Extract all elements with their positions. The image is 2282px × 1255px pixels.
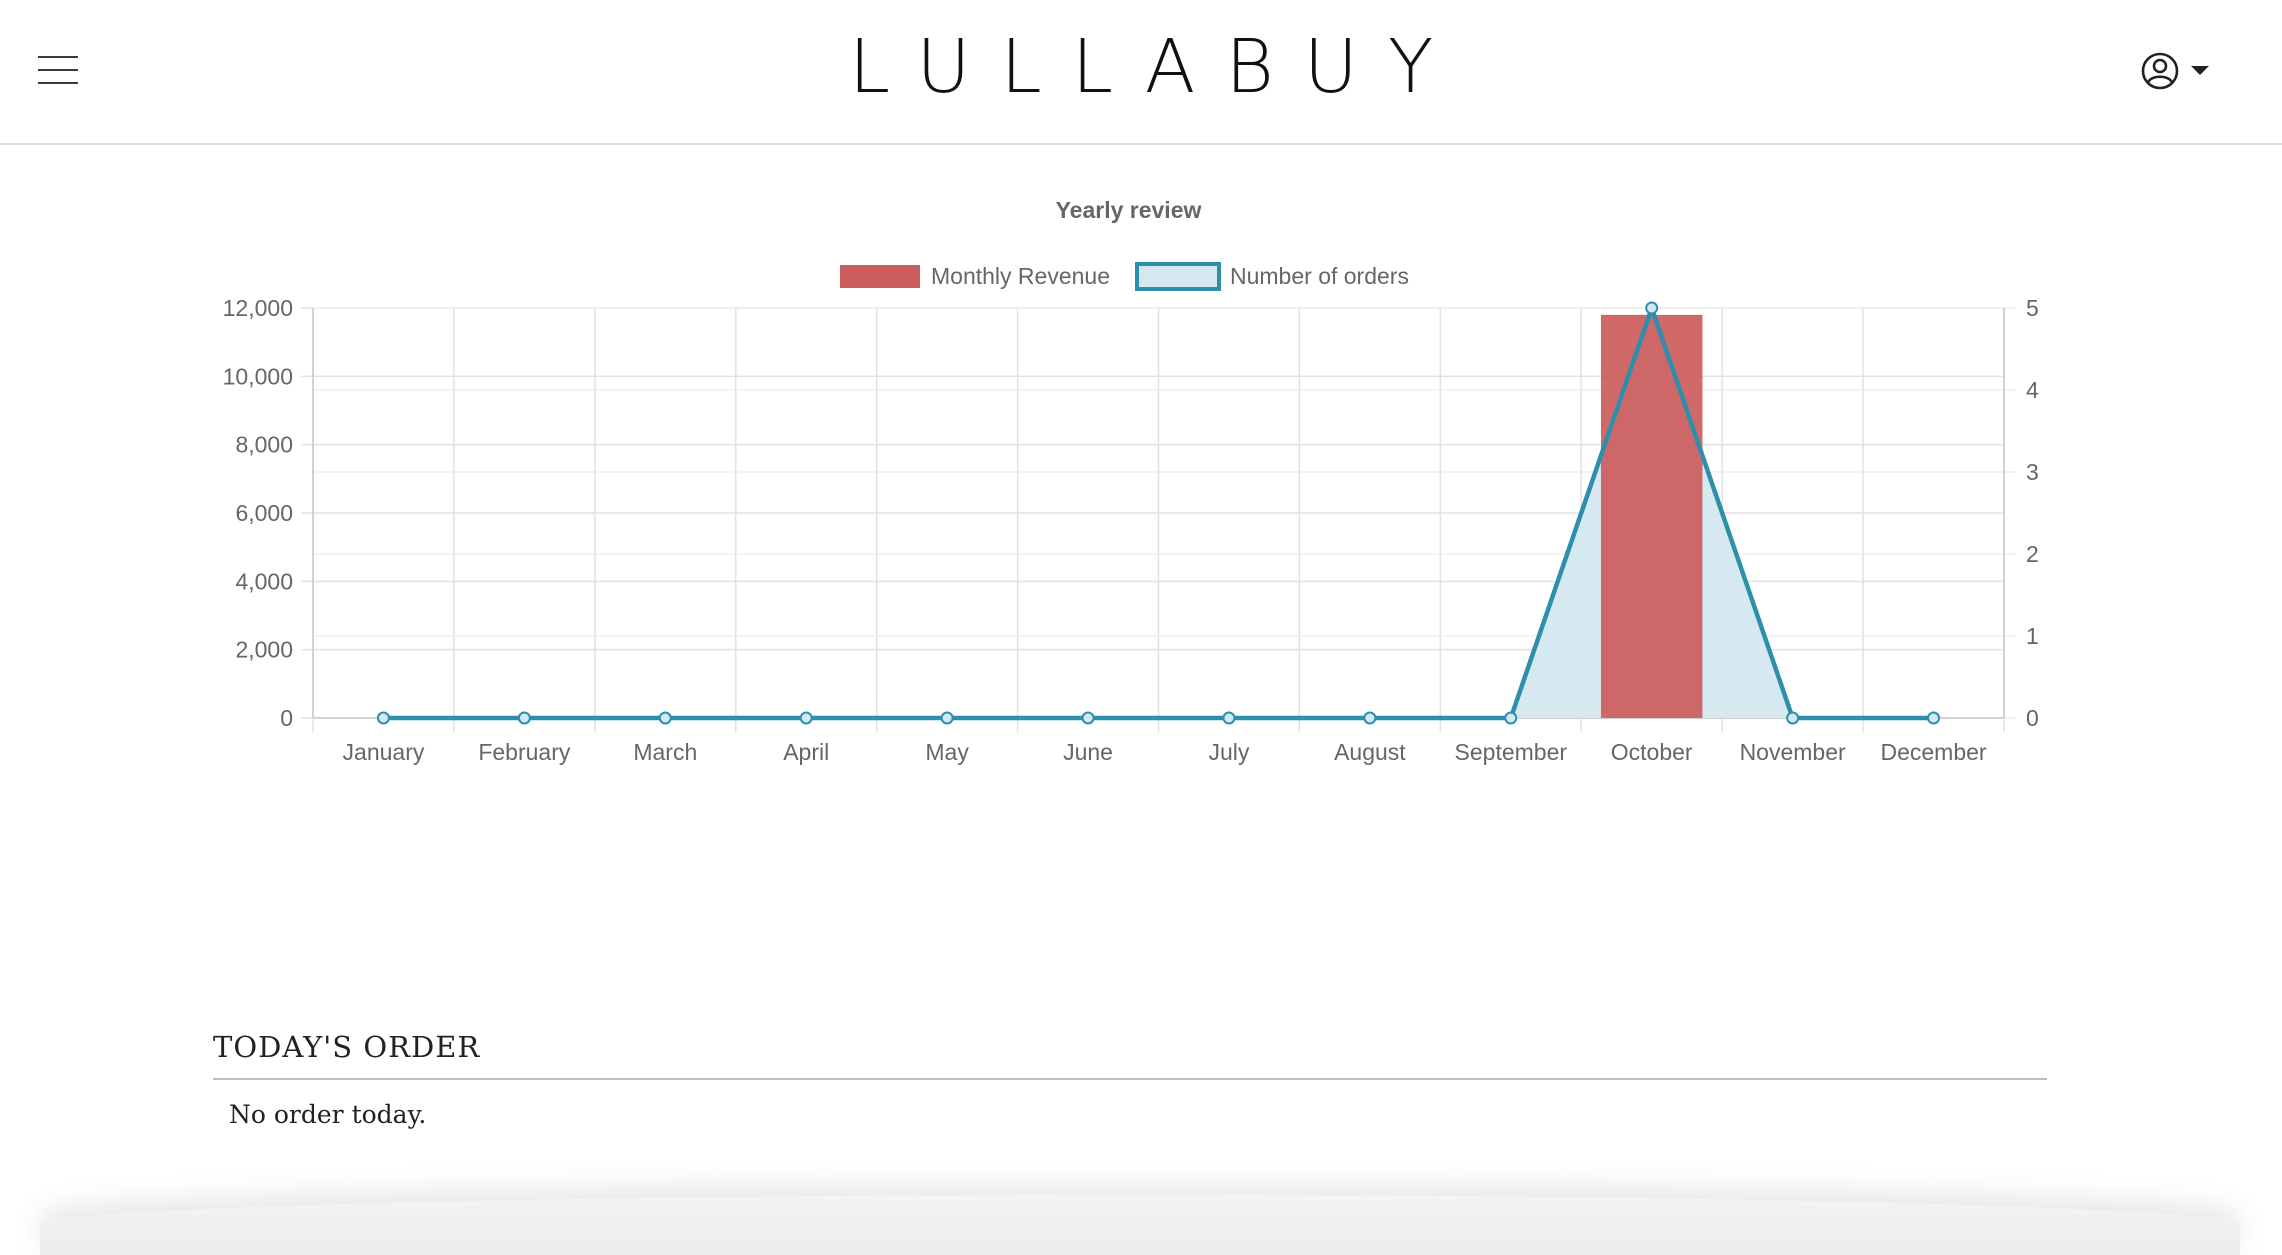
y-left-tick-label: 0 bbox=[280, 705, 293, 731]
y-left-tick-label: 12,000 bbox=[223, 295, 293, 321]
caret-down-icon bbox=[2191, 66, 2209, 75]
user-menu-button[interactable] bbox=[2140, 46, 2220, 96]
revenue-bar bbox=[1600, 314, 1703, 718]
orders-point bbox=[1786, 711, 1800, 725]
y-right-tick-label: 2 bbox=[2026, 541, 2039, 567]
y-right-tick-label: 5 bbox=[2026, 295, 2039, 321]
x-tick-label: November bbox=[1740, 739, 1846, 765]
orders-point bbox=[1222, 711, 1236, 725]
orders-point bbox=[517, 711, 531, 725]
chart-title: Yearly review bbox=[1056, 197, 1202, 223]
orders-point bbox=[376, 711, 390, 725]
orders-point bbox=[1645, 301, 1659, 315]
orders-point bbox=[940, 711, 954, 725]
y-left-tick-label: 8,000 bbox=[235, 432, 293, 458]
orders-point bbox=[1081, 711, 1095, 725]
y-right-tick-label: 1 bbox=[2026, 623, 2039, 649]
x-tick-label: August bbox=[1334, 739, 1406, 765]
chart-canvas: Yearly review Monthly Revenue Number of or… bbox=[223, 197, 2039, 765]
x-tick-label: May bbox=[925, 739, 969, 765]
x-tick-label: January bbox=[343, 739, 425, 765]
bottom-panel-edge bbox=[40, 1195, 2240, 1255]
brand-logo[interactable]: LULLABUY bbox=[0, 22, 2282, 112]
y-left-tick-label: 6,000 bbox=[235, 500, 293, 526]
legend-swatch-orders bbox=[1135, 262, 1221, 291]
orders-point bbox=[1927, 711, 1941, 725]
x-tick-label: July bbox=[1209, 739, 1250, 765]
y-left-tick-label: 2,000 bbox=[235, 637, 293, 663]
todays-order-title: TODAY'S ORDER bbox=[213, 1030, 2047, 1080]
legend-label-orders: Number of orders bbox=[1230, 263, 1409, 289]
y-right-tick-label: 4 bbox=[2026, 377, 2039, 403]
x-tick-label: February bbox=[478, 739, 571, 765]
legend-label-revenue: Monthly Revenue bbox=[931, 263, 1110, 289]
todays-order-section: TODAY'S ORDER No order today. bbox=[213, 1030, 2047, 1129]
orders-point bbox=[799, 711, 813, 725]
x-tick-label: April bbox=[783, 739, 829, 765]
y-left-tick-label: 4,000 bbox=[235, 568, 293, 594]
top-navbar: LULLABUY bbox=[0, 0, 2282, 145]
yearly-review-chart: Yearly review Monthly Revenue Number of or… bbox=[0, 160, 2282, 780]
orders-point bbox=[1363, 711, 1377, 725]
legend-swatch-revenue bbox=[840, 265, 920, 288]
user-circle-icon bbox=[2141, 52, 2179, 90]
y-right-tick-label: 3 bbox=[2026, 459, 2039, 485]
orders-point bbox=[1504, 711, 1518, 725]
x-tick-label: September bbox=[1455, 739, 1568, 765]
no-order-message: No order today. bbox=[229, 1100, 427, 1129]
y-right-tick-label: 0 bbox=[2026, 705, 2039, 731]
x-tick-label: June bbox=[1063, 739, 1113, 765]
y-left-tick-label: 10,000 bbox=[223, 363, 293, 389]
orders-point bbox=[658, 711, 672, 725]
x-tick-label: October bbox=[1611, 739, 1693, 765]
x-tick-label: March bbox=[633, 739, 697, 765]
x-tick-label: December bbox=[1880, 739, 1986, 765]
